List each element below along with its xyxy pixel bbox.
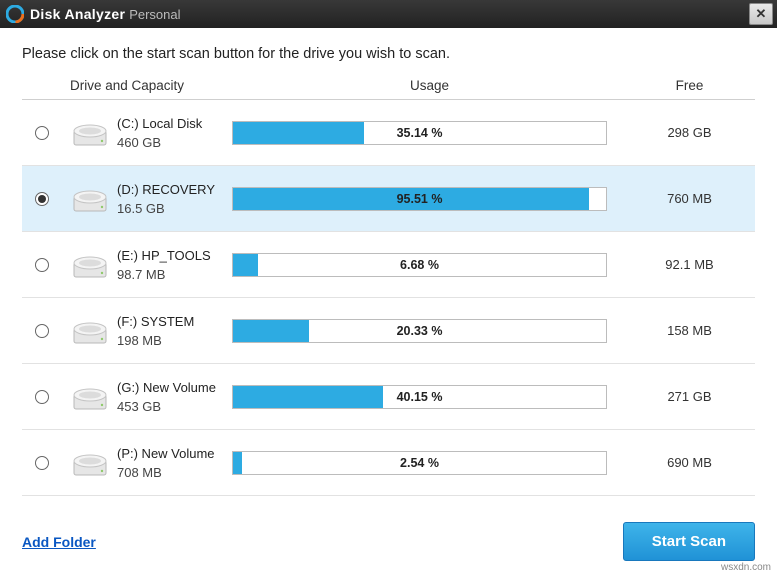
drive-free: 158 MB (627, 323, 752, 338)
column-headers: Drive and Capacity Usage Free (22, 72, 755, 100)
usage-bar: 40.15 % (232, 385, 607, 409)
usage-bar: 35.14 % (232, 121, 607, 145)
drive-icon (62, 315, 117, 347)
drive-list: (C:) Local Disk 460 GB 35.14 % 298 GB (D… (22, 100, 755, 496)
drive-free: 298 GB (627, 125, 752, 140)
usage-percent: 20.33 % (233, 320, 606, 342)
drive-icon (62, 183, 117, 215)
drive-row[interactable]: (P:) New Volume 708 MB 2.54 % 690 MB (22, 430, 755, 496)
usage-bar: 20.33 % (232, 319, 607, 343)
drive-radio[interactable] (35, 258, 49, 272)
drive-label: (G:) New Volume (117, 380, 232, 395)
header-free: Free (627, 78, 752, 93)
drive-capacity: 98.7 MB (117, 267, 232, 282)
close-button[interactable]: ✕ (749, 3, 773, 25)
drive-row[interactable]: (G:) New Volume 453 GB 40.15 % 271 GB (22, 364, 755, 430)
watermark: wsxdn.com (721, 562, 771, 573)
drive-row[interactable]: (F:) SYSTEM 198 MB 20.33 % 158 MB (22, 298, 755, 364)
usage-percent: 2.54 % (233, 452, 606, 474)
drive-label: (D:) RECOVERY (117, 182, 232, 197)
drive-free: 690 MB (627, 455, 752, 470)
usage-percent: 95.51 % (233, 188, 606, 210)
drive-capacity: 16.5 GB (117, 201, 232, 216)
drive-radio[interactable] (35, 126, 49, 140)
drive-radio[interactable] (35, 390, 49, 404)
instruction-text: Please click on the start scan button fo… (22, 46, 755, 62)
add-folder-link[interactable]: Add Folder (22, 534, 96, 550)
usage-percent: 6.68 % (233, 254, 606, 276)
drive-row[interactable]: (E:) HP_TOOLS 98.7 MB 6.68 % 92.1 MB (22, 232, 755, 298)
usage-bar: 2.54 % (232, 451, 607, 475)
start-scan-button[interactable]: Start Scan (623, 522, 755, 561)
drive-capacity: 453 GB (117, 399, 232, 414)
drive-label: (E:) HP_TOOLS (117, 248, 232, 263)
titlebar: Disk Analyzer Personal ✕ (0, 0, 777, 28)
drive-row[interactable]: (C:) Local Disk 460 GB 35.14 % 298 GB (22, 100, 755, 166)
drive-radio[interactable] (35, 192, 49, 206)
drive-radio[interactable] (35, 324, 49, 338)
usage-bar: 6.68 % (232, 253, 607, 277)
close-icon: ✕ (756, 6, 767, 22)
drive-radio[interactable] (35, 456, 49, 470)
drive-free: 271 GB (627, 389, 752, 404)
app-title: Disk Analyzer (30, 6, 125, 22)
header-usage: Usage (232, 78, 627, 93)
drive-capacity: 460 GB (117, 135, 232, 150)
drive-free: 92.1 MB (627, 257, 752, 272)
drive-capacity: 708 MB (117, 465, 232, 480)
usage-percent: 35.14 % (233, 122, 606, 144)
drive-icon (62, 381, 117, 413)
usage-percent: 40.15 % (233, 386, 606, 408)
drive-capacity: 198 MB (117, 333, 232, 348)
drive-label: (P:) New Volume (117, 446, 232, 461)
drive-icon (62, 447, 117, 479)
drive-free: 760 MB (627, 191, 752, 206)
app-icon (6, 5, 24, 23)
drive-row[interactable]: (D:) RECOVERY 16.5 GB 95.51 % 760 MB (22, 166, 755, 232)
drive-icon (62, 117, 117, 149)
app-subtitle: Personal (129, 7, 180, 22)
drive-label: (C:) Local Disk (117, 116, 232, 131)
header-drive: Drive and Capacity (22, 78, 232, 93)
drive-icon (62, 249, 117, 281)
drive-label: (F:) SYSTEM (117, 314, 232, 329)
usage-bar: 95.51 % (232, 187, 607, 211)
